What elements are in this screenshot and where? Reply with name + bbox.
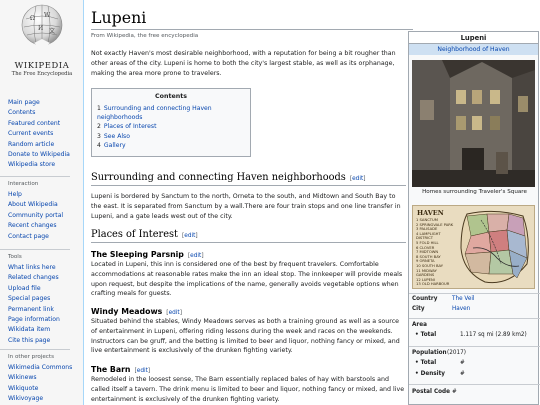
place-heading: Windy Meadows [edit] xyxy=(91,307,182,316)
pop-total-value: # xyxy=(460,360,465,366)
population-label: Population xyxy=(412,350,447,356)
area-total-value: 1.117 sq mi (2.89 km2) xyxy=(460,332,527,338)
svg-text:И: И xyxy=(38,25,43,32)
nav-contents[interactable]: Contents xyxy=(8,108,83,118)
nav-contact-page[interactable]: Contact page xyxy=(8,232,83,242)
city-value[interactable]: Haven xyxy=(452,305,470,313)
intro-paragraph: Not exactly Haven's most desirable neigh… xyxy=(91,50,396,77)
neighborhoods-paragraph: Lupeni is bordered by Sanctum to the nor… xyxy=(91,193,401,220)
tool-upload-file[interactable]: Upload file xyxy=(8,284,83,294)
svg-text:文: 文 xyxy=(49,27,55,35)
section-heading-places: Places of Interest [edit] xyxy=(91,229,406,243)
map-drawing xyxy=(460,210,529,284)
nav-store[interactable]: Wikipedia store xyxy=(8,160,83,170)
density-label: Density xyxy=(420,371,446,377)
infobox-subtitle[interactable]: Neighborhood of Haven xyxy=(409,44,538,55)
density-value: # xyxy=(460,371,465,377)
nav-recent-changes[interactable]: Recent changes xyxy=(8,221,83,231)
svg-text:Ω: Ω xyxy=(30,15,35,22)
toc-item[interactable]: 2 Places of Interest xyxy=(97,122,245,131)
logo-wordmark: WIKIPEDIA xyxy=(14,60,70,70)
city-label: City xyxy=(412,306,425,312)
infobox-title: Lupeni xyxy=(409,32,538,44)
page-title: Lupeni xyxy=(91,8,147,27)
project-commons[interactable]: Wikimedia Commons xyxy=(8,363,83,373)
tools-heading: Tools xyxy=(8,254,22,260)
nav-random-article[interactable]: Random article xyxy=(8,140,83,150)
area-total-label: Total xyxy=(420,332,437,338)
project-wikivoyage[interactable]: Wikivoyage xyxy=(8,394,83,404)
project-wikiquote[interactable]: Wikiquote xyxy=(8,384,83,394)
other-projects-portal: In other projects Wikimedia Commons Wiki… xyxy=(0,349,83,405)
tool-special-pages[interactable]: Special pages xyxy=(8,294,83,304)
infobox-divider xyxy=(409,384,540,385)
area-label: Area xyxy=(412,322,427,328)
tool-related-changes[interactable]: Related changes xyxy=(8,273,83,283)
section-heading-neighborhoods: Surrounding and connecting Haven neighbo… xyxy=(91,172,406,186)
tool-what-links-here[interactable]: What links here xyxy=(8,263,83,273)
interaction-portal: Interaction Help About Wikipedia Communi… xyxy=(0,176,83,242)
tool-page-information[interactable]: Page information xyxy=(8,315,83,325)
svg-text:W: W xyxy=(44,12,51,19)
edit-link[interactable]: edit xyxy=(190,253,201,259)
edit-link[interactable]: edit xyxy=(169,310,180,316)
infobox-divider xyxy=(409,318,540,319)
infobox: Lupeni Neighborhood of Haven Homes surro… xyxy=(408,31,540,405)
nav-main-page[interactable]: Main page xyxy=(8,98,83,108)
toc-title: Contents xyxy=(155,93,187,100)
place-paragraph: Located in Lupeni, this inn is considere… xyxy=(91,261,403,298)
place-paragraph: Remodeled in the loosest sense, The Barn… xyxy=(91,376,405,403)
nav-community-portal[interactable]: Community portal xyxy=(8,211,83,221)
tool-permanent-link[interactable]: Permanent link xyxy=(8,305,83,315)
toc-item[interactable]: 1 Surrounding and connecting Haven neighb… xyxy=(97,104,245,122)
infobox-divider xyxy=(409,293,540,294)
navigation-portal: Main page Contents Featured content Curr… xyxy=(8,98,83,171)
place-heading: The Sleeping Parsnip [edit] xyxy=(91,250,204,259)
table-of-contents: Contents 1 Surrounding and connecting Hav… xyxy=(91,88,251,157)
portal-divider xyxy=(0,249,70,250)
portal-divider xyxy=(0,349,70,350)
edit-link[interactable]: edit xyxy=(137,368,148,374)
interaction-heading: Interaction xyxy=(8,181,39,187)
postal-label: Postal Code xyxy=(412,389,450,395)
infobox-divider xyxy=(409,346,540,347)
sidebar: Ω W И 文 WIKIPEDIA The Free Encyclopedia … xyxy=(0,0,83,405)
wikipedia-logo[interactable]: Ω W И 文 WIKIPEDIA The Free Encyclopedia xyxy=(6,3,78,83)
haven-map[interactable]: HAVEN 1 SANCTUM 2 SPRINGVALE PARK 3 PALI… xyxy=(412,205,535,289)
photo-caption: Homes surrounding Traveler's Square xyxy=(422,189,527,195)
tool-cite-this-page[interactable]: Cite this page xyxy=(8,336,83,346)
page-subtitle: From Wikipedia, the free encyclopedia xyxy=(91,33,199,39)
nav-featured-content[interactable]: Featured content xyxy=(8,119,83,129)
nav-help[interactable]: Help xyxy=(8,190,83,200)
other-projects-heading: In other projects xyxy=(8,354,54,360)
tools-portal: Tools What links here Related changes Up… xyxy=(0,249,83,346)
portal-divider xyxy=(0,176,70,177)
map-title: HAVEN xyxy=(417,209,444,217)
tool-wikidata-item[interactable]: Wikidata item xyxy=(8,325,83,335)
place-paragraph: Situated behind the stables, Windy Meado… xyxy=(91,318,400,355)
postal-value: # xyxy=(452,389,457,395)
edit-link[interactable]: edit xyxy=(352,176,363,182)
country-value[interactable]: The Veil xyxy=(452,295,475,303)
population-year: (2017) xyxy=(447,350,466,356)
article-content: Lupeni From Wikipedia, the free encyclop… xyxy=(83,0,540,405)
puzzle-globe-icon: Ω W И 文 xyxy=(20,3,64,47)
project-wikinews[interactable]: Wikinews xyxy=(8,373,83,383)
pop-total-label: Total xyxy=(420,360,437,366)
nav-about[interactable]: About Wikipedia xyxy=(8,200,83,210)
toc-item[interactable]: 3 See Also xyxy=(97,132,245,141)
logo-tagline: The Free Encyclopedia xyxy=(11,71,73,77)
toc-item[interactable]: 4 Gallery xyxy=(97,141,245,150)
place-heading: The Barn [edit] xyxy=(91,365,151,374)
edit-link[interactable]: edit xyxy=(184,233,195,239)
map-legend: 1 SANCTUM 2 SPRINGVALE PARK 3 PALISADE 4… xyxy=(416,218,454,287)
title-divider xyxy=(91,29,413,30)
neighborhood-photo[interactable] xyxy=(412,60,535,187)
nav-donate[interactable]: Donate to Wikipedia xyxy=(8,150,83,160)
country-label: Country xyxy=(412,296,438,302)
nav-current-events[interactable]: Current events xyxy=(8,129,83,139)
